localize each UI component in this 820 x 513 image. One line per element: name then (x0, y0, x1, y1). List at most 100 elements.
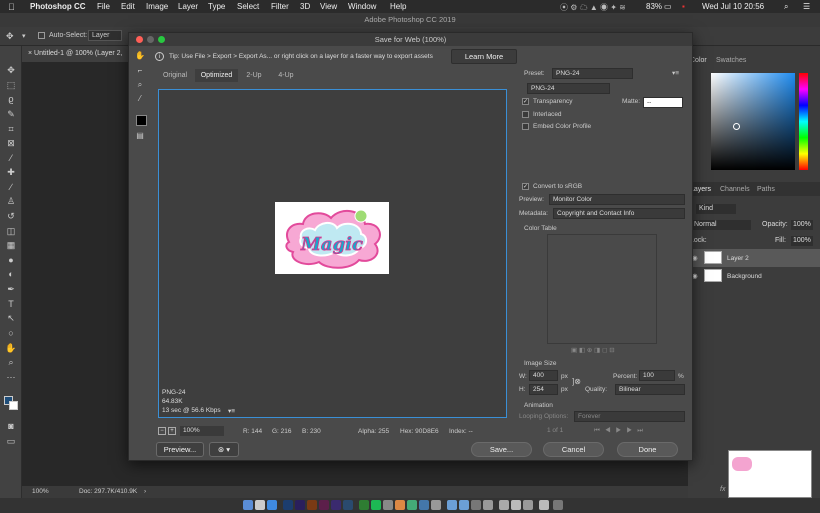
slice-select-icon[interactable]: ⌐ (135, 66, 145, 76)
opacity-field[interactable]: 100% (791, 220, 813, 230)
menu-type[interactable]: Type (208, 2, 225, 11)
history-brush-icon[interactable]: ↺ (5, 211, 17, 222)
preset-dropdown[interactable]: PNG-24 (552, 68, 633, 79)
brush-icon[interactable]: ∕ (5, 182, 17, 193)
layer-row-background[interactable]: ◉ Background (688, 267, 820, 285)
hand-icon[interactable]: ✋ (5, 343, 17, 354)
path-select-icon[interactable]: ↖ (5, 313, 17, 324)
spotify-icon[interactable] (371, 500, 381, 510)
menu-select[interactable]: Select (237, 2, 259, 11)
preview-button[interactable]: Preview... (156, 442, 204, 457)
tab-2-up[interactable]: 2-Up (238, 69, 270, 82)
menu-filter[interactable]: Filter (271, 2, 289, 11)
quality-dropdown[interactable]: Bilinear (615, 384, 685, 395)
trash-icon[interactable] (553, 500, 563, 510)
frame-icon[interactable]: ⊠ (5, 138, 17, 149)
stamp-icon[interactable]: ♙ (5, 196, 17, 207)
tab-4-up[interactable]: 4-Up (270, 69, 302, 82)
spotlight-icon[interactable]: ⌕ (784, 2, 788, 12)
app-icon[interactable] (395, 500, 405, 510)
close-icon[interactable] (136, 36, 143, 43)
preview-pane[interactable]: Magic PNG-24 64.83K 13 sec @ 56.6 Kbps ▾… (158, 89, 507, 418)
kind-filter[interactable]: Kind (696, 204, 736, 214)
menu-view[interactable]: View (320, 2, 337, 11)
crop-icon[interactable]: ⌗ (5, 124, 17, 135)
minimize-icon[interactable] (147, 36, 154, 43)
menu-image[interactable]: Image (146, 2, 168, 11)
matte-dropdown[interactable]: -- (643, 97, 683, 108)
color-table-actions[interactable]: ▣ ◧ ⊕ ◨ ◻ ⊟ (571, 346, 615, 354)
app-icon[interactable] (471, 500, 481, 510)
gradient-icon[interactable]: ▦ (5, 240, 17, 251)
app-icon[interactable] (539, 500, 549, 510)
done-button[interactable]: Done (617, 442, 678, 457)
fx-icon[interactable]: fx (720, 486, 725, 493)
ellipse-icon[interactable]: ○ (5, 328, 17, 339)
app-icon[interactable] (511, 500, 521, 510)
app-icon[interactable] (383, 500, 393, 510)
menu-3d[interactable]: 3D (300, 2, 310, 11)
app-icon[interactable] (483, 500, 493, 510)
animation-controls[interactable]: ⏮◀▶▶⏭ (594, 427, 648, 435)
tab-original[interactable]: Original (155, 69, 195, 82)
transparency-checkbox[interactable]: ✓ (522, 98, 529, 105)
lasso-icon[interactable]: ϱ (5, 94, 17, 105)
learn-more-button[interactable]: Learn More (451, 49, 517, 64)
app-icon[interactable] (431, 500, 441, 510)
eyedropper-icon[interactable]: ⁄ (135, 94, 145, 104)
marquee-icon[interactable]: ⬚ (5, 80, 17, 91)
premiere-rush-icon[interactable] (331, 500, 341, 510)
pen-icon[interactable]: ✒ (5, 284, 17, 295)
format-dropdown[interactable]: PNG-24 (527, 83, 610, 94)
flag-icon[interactable]: ▪ (682, 2, 685, 11)
link-icon[interactable]: ]⊗ (572, 377, 581, 386)
zoom-icon[interactable]: ⌕ (5, 357, 17, 368)
background-color-swatch[interactable] (9, 401, 18, 410)
more-icon[interactable]: ⋯ (5, 372, 17, 383)
layer-row-layer-2[interactable]: ◉ Layer 2 (688, 249, 820, 267)
eyedropper-color-swatch[interactable] (136, 115, 147, 126)
move-tool-icon[interactable]: ✥ (6, 31, 14, 42)
xd-icon[interactable] (319, 500, 329, 510)
menu-window[interactable]: Window (348, 2, 376, 11)
battery-icon[interactable]: ▭ (664, 2, 672, 11)
healing-icon[interactable]: ✚ (5, 167, 17, 178)
blur-icon[interactable]: ● (5, 255, 17, 266)
percent-field[interactable]: 100 (639, 370, 675, 381)
quick-mask-icon[interactable]: ◙ (5, 421, 17, 432)
eraser-icon[interactable]: ◫ (5, 226, 17, 237)
screen-mode-icon[interactable]: ▭ (5, 436, 17, 447)
quick-select-icon[interactable]: ✎ (5, 109, 17, 120)
dodge-icon[interactable]: ◐ (5, 269, 17, 280)
toggle-slices-icon[interactable]: ▤ (135, 131, 145, 141)
app-icon[interactable] (419, 500, 429, 510)
menu-help[interactable]: Help (390, 2, 406, 11)
color-picker-ring[interactable] (733, 123, 740, 130)
preset-menu-icon[interactable]: ▾≡ (672, 69, 679, 77)
speed-menu-icon[interactable]: ▾≡ (228, 407, 235, 415)
status-zoom[interactable]: 100% (32, 488, 49, 495)
illustrator-icon[interactable] (307, 500, 317, 510)
embed-color-profile-checkbox[interactable] (522, 123, 529, 130)
status-icons[interactable]: ⦿ ⚙ ☁ ▲ ◉ ✦ ≋ (560, 2, 626, 13)
zoom-level-dropdown[interactable]: 100% (180, 426, 224, 436)
eyedropper-icon[interactable]: ⁄ (5, 153, 17, 164)
navigator-thumbnail[interactable] (728, 450, 812, 498)
launchpad-icon[interactable] (255, 500, 265, 510)
zoom-out-icon[interactable]: − (158, 427, 166, 435)
control-center-icon[interactable]: ☰ (803, 2, 810, 11)
color-field[interactable] (711, 73, 795, 170)
safari-icon[interactable] (267, 500, 277, 510)
chrome-icon[interactable] (359, 500, 369, 510)
layer-name[interactable]: Background (727, 273, 762, 280)
color-table[interactable] (547, 234, 657, 344)
menu-edit[interactable]: Edit (121, 2, 135, 11)
finder-icon[interactable] (243, 500, 253, 510)
menu-file[interactable]: File (97, 2, 110, 11)
type-icon[interactable]: T (5, 299, 17, 310)
tab-swatches[interactable]: Swatches (716, 57, 746, 64)
zoom-in-icon[interactable]: + (168, 427, 176, 435)
chevron-right-icon[interactable]: › (144, 488, 146, 495)
app-menu[interactable]: Photoshop CC (30, 2, 86, 11)
photoshop-icon[interactable] (283, 500, 293, 510)
